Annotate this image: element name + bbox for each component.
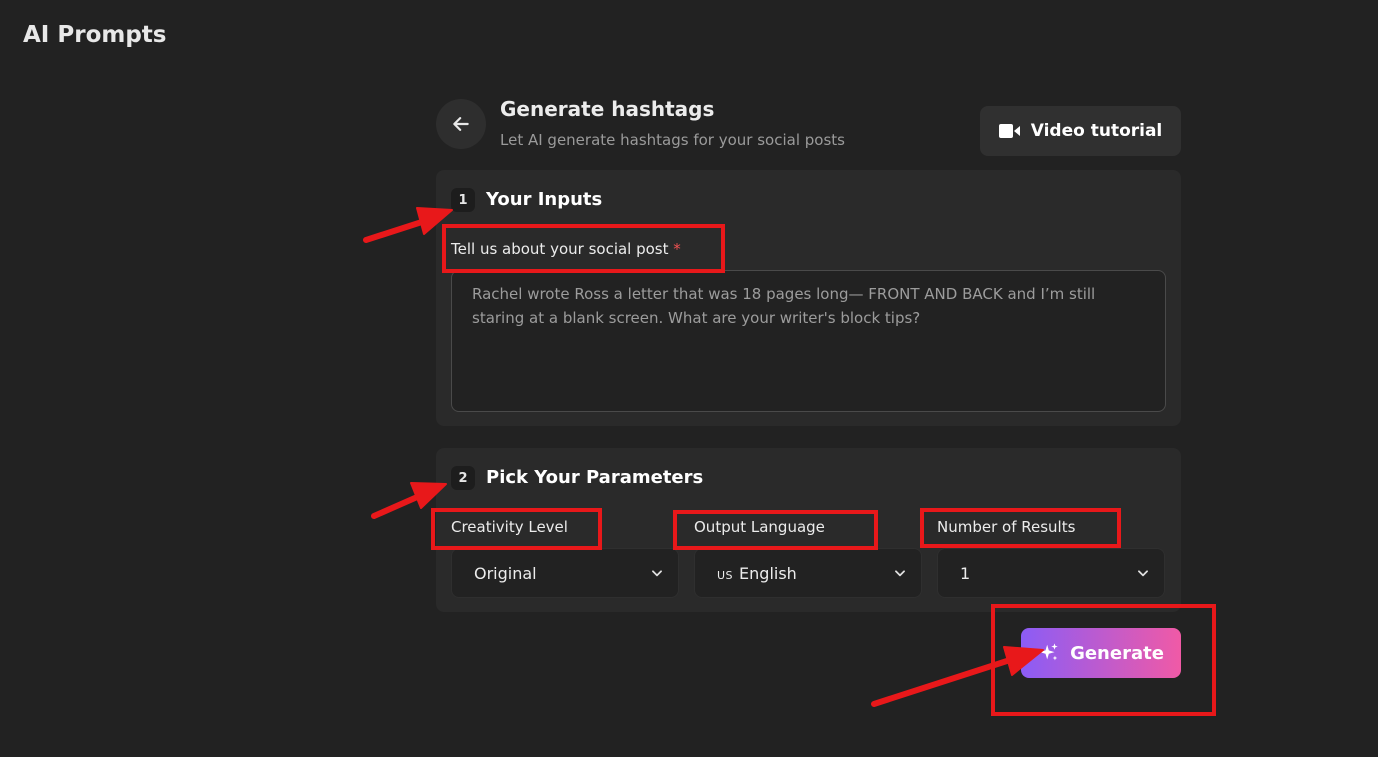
- video-camera-icon: [998, 124, 1020, 138]
- generate-button[interactable]: Generate: [1021, 628, 1181, 678]
- social-post-input[interactable]: [451, 270, 1166, 412]
- creativity-level-select[interactable]: Original: [451, 548, 679, 598]
- output-language-value: US English: [717, 564, 797, 583]
- post-field-label: Tell us about your social post *: [451, 240, 681, 258]
- page-title: Generate hashtags: [500, 97, 715, 121]
- parameters-panel: 2 Pick Your Parameters Creativity Level …: [436, 448, 1181, 612]
- annotation-arrow-generate: [871, 646, 1044, 707]
- number-of-results-select[interactable]: 1: [937, 548, 1165, 598]
- required-mark: *: [673, 240, 681, 258]
- inputs-panel: 1 Your Inputs Tell us about your social …: [436, 170, 1181, 426]
- step-badge-1: 1: [451, 188, 475, 212]
- post-field-label-text: Tell us about your social post: [451, 240, 669, 258]
- creativity-level-value: Original: [474, 563, 537, 583]
- sparkles-icon: [1039, 643, 1058, 661]
- app-title: AI Prompts: [23, 22, 167, 48]
- page-subtitle: Let AI generate hashtags for your social…: [500, 131, 845, 149]
- inputs-section-title: Your Inputs: [486, 189, 603, 210]
- arrow-left-icon: [453, 117, 469, 131]
- number-of-results-value: 1: [960, 563, 971, 583]
- parameters-section-title: Pick Your Parameters: [486, 467, 704, 488]
- output-language-label: Output Language: [694, 518, 825, 536]
- video-tutorial-label: Video tutorial: [1030, 121, 1163, 141]
- chevron-down-icon: [652, 570, 662, 577]
- number-of-results-label: Number of Results: [937, 518, 1076, 536]
- video-tutorial-button[interactable]: Video tutorial: [980, 106, 1181, 156]
- chevron-down-icon: [895, 570, 905, 577]
- output-language-select[interactable]: US English: [694, 548, 922, 598]
- chevron-down-icon: [1138, 570, 1148, 577]
- step-badge-2: 2: [451, 466, 475, 490]
- generate-label: Generate: [1070, 642, 1164, 664]
- back-button[interactable]: [436, 99, 486, 149]
- output-language-text: English: [739, 563, 797, 583]
- creativity-level-label: Creativity Level: [451, 518, 568, 536]
- us-flag-icon: US: [717, 568, 734, 582]
